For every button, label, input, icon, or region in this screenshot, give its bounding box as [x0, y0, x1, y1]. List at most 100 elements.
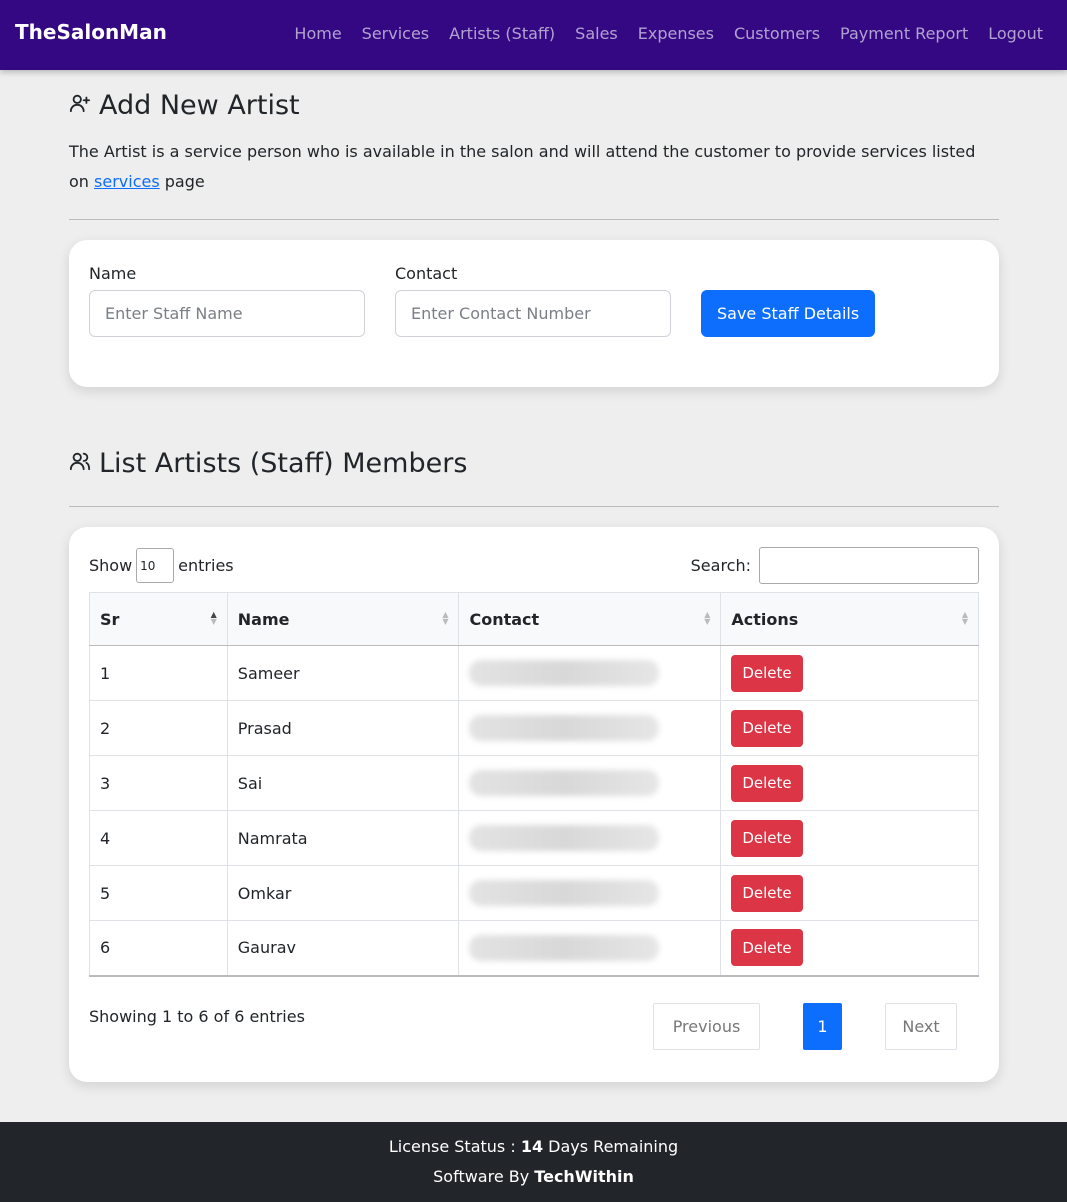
software-credit: Software By TechWithin	[0, 1162, 1067, 1192]
page-1-button[interactable]: 1	[803, 1002, 842, 1050]
divider	[69, 506, 999, 507]
intro-text-start: The Artist is a service person who is av…	[69, 142, 976, 191]
contact-label: Contact	[395, 264, 458, 283]
list-artists-heading: List Artists (Staff) Members	[69, 448, 999, 479]
cell-actions: Delete	[720, 865, 979, 921]
license-status: License Status : 14 Days Remaining	[0, 1132, 1067, 1162]
delete-button[interactable]: Delete	[731, 709, 803, 747]
page-footer: License Status : 14 Days Remaining Softw…	[0, 1122, 1067, 1202]
header-name[interactable]: Name ▲ ▼	[226, 592, 460, 646]
intro-text-end: page	[159, 172, 205, 191]
nav-sales[interactable]: Sales	[565, 24, 628, 43]
sort-icon: ▲ ▼	[442, 610, 449, 626]
cell-actions: Delete	[720, 755, 979, 811]
redacted-contact	[469, 880, 660, 906]
header-contact-label: Contact	[469, 609, 540, 629]
nav-artists[interactable]: Artists (Staff)	[439, 24, 565, 43]
cell-name: Sameer	[226, 645, 460, 701]
cell-name: Sai	[226, 755, 460, 811]
cell-actions: Delete	[720, 810, 979, 866]
brand-logo[interactable]: TheSalonMan	[15, 20, 167, 44]
sort-icon: ▲ ▼	[961, 610, 968, 626]
table-row: 1 Sameer Delete	[89, 645, 979, 701]
contact-number-input[interactable]	[395, 290, 671, 337]
cell-sr: 3	[89, 755, 228, 811]
license-suffix: Days Remaining	[543, 1137, 679, 1156]
table-header-row: Sr ▲ ▼ Name ▲ ▼ Contact ▲ ▼ Actions ▲ ▼	[89, 592, 979, 646]
page-length-control: Show 10 entries	[89, 548, 234, 583]
search-input[interactable]	[759, 547, 979, 584]
delete-button[interactable]: Delete	[731, 654, 803, 692]
search-control: Search:	[691, 547, 979, 584]
table-footer: Showing 1 to 6 of 6 entries Previous 1 N…	[69, 977, 999, 1050]
delete-button[interactable]: Delete	[731, 874, 803, 912]
header-sr[interactable]: Sr ▲ ▼	[89, 592, 228, 646]
add-artist-form-card: Name Contact Save Staff Details	[69, 240, 999, 387]
header-contact[interactable]: Contact ▲ ▼	[458, 592, 722, 646]
header-actions-label: Actions	[731, 609, 799, 629]
name-group: Name	[89, 264, 365, 337]
cell-sr: 2	[89, 700, 228, 756]
redacted-contact	[469, 770, 660, 796]
redacted-contact	[469, 715, 660, 741]
header-actions[interactable]: Actions ▲ ▼	[720, 592, 979, 646]
nav-payment-report[interactable]: Payment Report	[830, 24, 978, 43]
divider	[69, 219, 999, 220]
table-row: 3 Sai Delete	[89, 755, 979, 811]
artists-table: Sr ▲ ▼ Name ▲ ▼ Contact ▲ ▼ Actions ▲ ▼ 1 Sameer…	[89, 592, 979, 977]
nav-customers[interactable]: Customers	[724, 24, 830, 43]
table-row: 6 Gaurav Delete	[89, 920, 979, 977]
license-days: 14	[520, 1137, 544, 1156]
top-navbar: TheSalonMan Home Services Artists (Staff…	[0, 0, 1067, 70]
cell-sr: 1	[89, 645, 228, 701]
sort-icon: ▲ ▼	[210, 610, 217, 626]
list-artists-section: List Artists (Staff) Members	[69, 448, 999, 479]
user-plus-icon	[69, 90, 91, 121]
list-artists-title: List Artists (Staff) Members	[99, 448, 468, 479]
search-label: Search:	[690, 556, 751, 575]
cell-contact-redacted	[458, 645, 722, 701]
users-icon	[69, 448, 91, 479]
table-row: 2 Prasad Delete	[89, 700, 979, 756]
artists-table-card: Show 10 entries Search: Sr ▲ ▼ Name ▲ ▼ Cont…	[69, 527, 999, 1082]
add-artist-section: Add New Artist The Artist is a service p…	[69, 90, 999, 197]
cell-contact-redacted	[458, 920, 722, 977]
next-page-button[interactable]: Next	[885, 1002, 957, 1050]
nav-home[interactable]: Home	[284, 24, 351, 43]
table-controls: Show 10 entries Search:	[69, 527, 999, 584]
pagination: Previous 1 Next	[653, 1002, 957, 1050]
cell-actions: Delete	[720, 700, 979, 756]
page-length-select[interactable]: 10	[136, 548, 175, 583]
cell-name: Prasad	[226, 700, 460, 756]
cell-sr: 6	[89, 920, 228, 977]
cell-actions: Delete	[720, 920, 979, 977]
table-row: 4 Namrata Delete	[89, 810, 979, 866]
cell-contact-redacted	[458, 810, 722, 866]
cell-sr: 4	[89, 810, 228, 866]
cell-contact-redacted	[458, 755, 722, 811]
entries-label: entries	[178, 556, 234, 575]
nav-logout[interactable]: Logout	[978, 24, 1053, 43]
nav-services[interactable]: Services	[352, 24, 439, 43]
name-label: Name	[89, 264, 137, 283]
sort-icon: ▲ ▼	[704, 610, 711, 626]
delete-button[interactable]: Delete	[731, 819, 803, 857]
nav-links: Home Services Artists (Staff) Sales Expe…	[284, 24, 1053, 43]
delete-button[interactable]: Delete	[731, 929, 803, 967]
intro-text: The Artist is a service person who is av…	[69, 137, 999, 197]
cell-contact-redacted	[458, 865, 722, 921]
software-prefix: Software By	[433, 1167, 535, 1186]
delete-button[interactable]: Delete	[731, 764, 803, 802]
show-label: Show	[89, 556, 133, 575]
contact-group: Contact	[395, 264, 671, 337]
redacted-contact	[469, 934, 660, 961]
header-sr-label: Sr	[100, 609, 120, 629]
cell-actions: Delete	[720, 645, 979, 701]
save-staff-button[interactable]: Save Staff Details	[701, 290, 876, 337]
services-link[interactable]: services	[94, 172, 160, 191]
software-brand: TechWithin	[534, 1167, 634, 1186]
staff-name-input[interactable]	[89, 290, 365, 337]
previous-page-button[interactable]: Previous	[653, 1002, 760, 1050]
nav-expenses[interactable]: Expenses	[628, 24, 724, 43]
add-artist-title: Add New Artist	[99, 90, 300, 121]
